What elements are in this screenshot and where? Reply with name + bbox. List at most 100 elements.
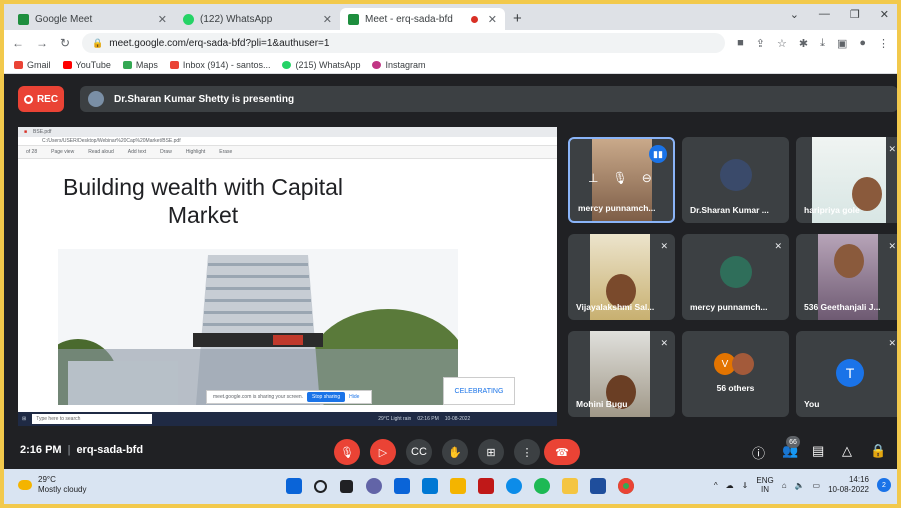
edge-icon[interactable] [506, 478, 522, 494]
others-tile[interactable]: V 56 others [682, 331, 789, 417]
participant-avatar [720, 256, 752, 288]
task-view-icon[interactable] [340, 480, 353, 493]
mic-off-icon: ✕ [660, 338, 668, 348]
host-controls-icon[interactable]: 🔒 [870, 443, 886, 459]
weather-temp: 29°C [38, 475, 56, 484]
participant-tile[interactable]: ✕ 536 Geethanjali J... [796, 234, 897, 320]
spotify-icon[interactable] [534, 478, 550, 494]
participant-tile[interactable]: ✕ mercy punnamch... [682, 234, 789, 320]
chat-icon[interactable]: ▤ [812, 443, 824, 459]
app-icon[interactable] [590, 478, 606, 494]
chat-app-icon[interactable] [366, 478, 382, 494]
presenter-avatar [88, 91, 104, 107]
maximize-button[interactable]: ❐ [850, 8, 860, 21]
share-icon[interactable]: ⇪ [756, 37, 765, 50]
others-avatars: V [714, 353, 754, 375]
notification-badge[interactable]: 2 [877, 478, 891, 492]
tray-chevron-icon[interactable]: ^ [714, 481, 718, 490]
self-tile[interactable]: T ✕ You [796, 331, 897, 417]
language-indicator[interactable]: ENG IN [756, 476, 773, 494]
browser-tab-whatsapp[interactable]: (122) WhatsApp ✕ [175, 8, 340, 30]
mic-toggle-button[interactable]: 🎙 [334, 439, 360, 465]
hide-button[interactable]: Hide [349, 394, 359, 400]
raise-hand-button[interactable]: ✋ [442, 439, 468, 465]
browser-tab-meet-active[interactable]: Meet - erq-sada-bfd ✕ [340, 8, 505, 30]
recording-button[interactable]: REC [18, 86, 64, 112]
present-button[interactable]: ⊞ [478, 439, 504, 465]
new-tab-button[interactable]: + [513, 10, 522, 27]
network-icon[interactable]: ⌂ [782, 481, 787, 490]
gmail-icon [169, 60, 179, 69]
close-window-button[interactable]: ✕ [880, 8, 889, 21]
leave-call-button[interactable]: ☎ [544, 439, 580, 465]
participant-tile[interactable]: Dr.Sharan Kumar ... [682, 137, 789, 223]
profile-avatar[interactable]: ● [859, 37, 866, 50]
participant-tile[interactable]: ✕ haripriya gole [796, 137, 897, 223]
browser-toolbar: ← → ↻ 🔒 meet.google.com/erq-sada-bfd?pli… [4, 30, 897, 56]
battery-icon[interactable]: ▭ [813, 481, 821, 490]
volume-icon[interactable]: 🔈 [795, 481, 805, 490]
close-tab-icon[interactable]: ✕ [158, 13, 167, 26]
usb-icon[interactable]: ⇓ [742, 481, 749, 490]
mcafee-icon[interactable] [478, 478, 494, 494]
store-icon[interactable] [422, 478, 438, 494]
bookmark-instagram[interactable]: Instagram [372, 60, 426, 70]
tab-title: Meet - erq-sada-bfd [365, 13, 453, 25]
activities-icon[interactable]: △ [842, 443, 852, 459]
present-screen-icon: ⊞ [486, 446, 496, 459]
pin-icon[interactable]: ⊥ [588, 171, 598, 185]
close-tab-icon[interactable]: ✕ [488, 13, 497, 26]
bookmark-star-icon[interactable]: ☆ [777, 37, 787, 50]
shared-screen: ■ BSE.pdf C:/Users/USER/Desktop/Webinar%… [18, 127, 557, 426]
self-avatar: T [836, 359, 864, 387]
photos-icon[interactable] [450, 478, 466, 494]
stop-sharing-button[interactable]: Stop sharing [307, 392, 346, 402]
bookmark-label: Inbox (914) - santos... [182, 59, 271, 70]
mute-participant-icon[interactable]: 🎙 [612, 171, 627, 185]
hand-icon: ✋ [448, 446, 462, 459]
bookmark-youtube[interactable]: YouTube [62, 60, 111, 70]
search-icon[interactable] [314, 480, 327, 493]
forward-arrow-icon[interactable]: → [36, 36, 48, 50]
youtube-icon [62, 60, 72, 69]
clock-date: 10-08-2022 [828, 485, 869, 494]
back-arrow-icon[interactable]: ← [12, 36, 24, 50]
lang-bottom: IN [761, 485, 770, 494]
clock[interactable]: 14:16 10-08-2022 [828, 475, 869, 495]
meeting-info: 2:16 PM | erq-sada-bfd [20, 444, 144, 456]
bookmark-maps[interactable]: Maps [122, 60, 158, 70]
camera-toggle-button[interactable]: ▷ [370, 439, 396, 465]
chrome-icon[interactable] [618, 478, 634, 494]
meeting-details-icon[interactable]: ⓘ [752, 443, 765, 462]
remove-icon[interactable]: ⊖ [642, 171, 652, 185]
minimize-button[interactable]: — [819, 8, 830, 21]
windows-start-icon[interactable] [286, 478, 302, 494]
bookmark-inbox[interactable]: Inbox (914) - santos... [169, 59, 271, 70]
shared-time: 02:16 PM [417, 416, 439, 422]
sidebar-icon[interactable]: ▣ [837, 37, 847, 50]
pdf-tool-draw: Draw [160, 149, 172, 155]
weather-widget[interactable]: 29°C Mostly cloudy [18, 475, 86, 495]
bookmark-whatsapp[interactable]: (215) WhatsApp [282, 60, 360, 70]
file-explorer-icon[interactable] [394, 478, 410, 494]
bookmark-gmail[interactable]: Gmail [14, 60, 51, 70]
onedrive-icon[interactable]: ☁ [726, 481, 734, 490]
shared-weather: 29°C Light rain [378, 416, 412, 422]
reload-icon[interactable]: ↻ [60, 36, 70, 50]
menu-kebab-icon[interactable]: ⋮ [878, 37, 889, 50]
more-options-button[interactable]: ⋮ [514, 439, 540, 465]
maps-icon [122, 60, 132, 69]
participant-tile[interactable]: ✕ Mohini Bugu [568, 331, 675, 417]
browser-tab-google-meet[interactable]: Google Meet ✕ [10, 8, 175, 30]
participant-tile[interactable]: ✕ Vijayalakshmi Sal... [568, 234, 675, 320]
participant-tile[interactable]: ▮▮ ⊥ 🎙 ⊖ mercy punnamch... [568, 137, 675, 223]
camera-indicator-icon[interactable]: ■ [737, 37, 744, 50]
extensions-icon[interactable]: ✱ [799, 37, 808, 50]
download-icon[interactable]: ⤓ [820, 37, 825, 50]
address-bar[interactable]: 🔒 meet.google.com/erq-sada-bfd?pli=1&aut… [82, 33, 726, 53]
captions-button[interactable]: CC [406, 439, 432, 465]
tab-search-icon[interactable]: ⌄ [790, 8, 799, 21]
close-tab-icon[interactable]: ✕ [323, 13, 332, 26]
folder-icon[interactable] [562, 478, 578, 494]
meeting-time: 2:16 PM [20, 444, 62, 456]
